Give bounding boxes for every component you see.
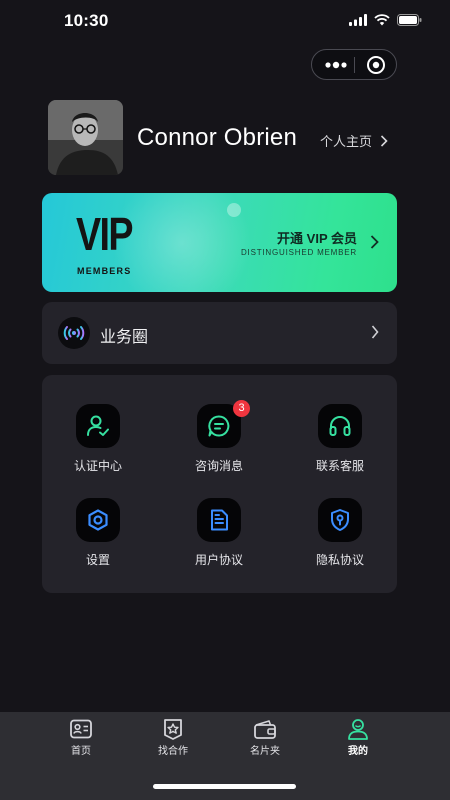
avatar-portrait <box>48 100 123 175</box>
settings-icon <box>76 498 120 542</box>
document-icon <box>197 498 241 542</box>
user-check-icon <box>76 404 120 448</box>
wifi-icon <box>374 14 390 26</box>
miniapp-capsule <box>311 49 397 80</box>
chevron-right-icon <box>371 325 379 339</box>
user-name: Connor Obrien <box>137 124 298 151</box>
home-indicator <box>153 784 296 789</box>
grid-item-settings[interactable]: 设置 <box>42 498 160 588</box>
avatar[interactable] <box>48 100 123 175</box>
status-time: 10:30 <box>64 11 109 30</box>
grid-item-messages[interactable]: 3 咨询消息 <box>163 400 281 494</box>
business-circle-row[interactable]: 业务圈 <box>42 302 397 364</box>
personal-homepage-link[interactable]: 个人主页 <box>320 131 388 150</box>
signal-icon <box>349 14 367 26</box>
tab-mine[interactable]: 我的 <box>318 718 398 768</box>
shield-lock-icon <box>318 498 362 542</box>
id-card-icon <box>70 719 92 739</box>
business-circle-label: 业务圈 <box>100 329 149 346</box>
person-icon <box>348 719 368 740</box>
vip-decoration-dot <box>227 203 241 217</box>
unread-badge: 3 <box>233 400 250 417</box>
homepage-label: 个人主页 <box>319 134 372 149</box>
vip-title: 开通 VIP 会员 <box>277 231 357 246</box>
grid-item-support[interactable]: 联系客服 <box>284 404 402 494</box>
grid-item-label: 认证中心 <box>73 459 122 473</box>
capsule-divider <box>354 57 355 73</box>
chevron-right-icon <box>370 235 379 249</box>
more-icon[interactable] <box>324 56 348 74</box>
tab-home[interactable]: 首页 <box>41 718 121 768</box>
chevron-right-icon <box>380 134 388 147</box>
wallet-icon <box>254 720 276 739</box>
grid-item-user-agreement[interactable]: 用户协议 <box>163 498 281 588</box>
tab-label: 我的 <box>348 746 368 757</box>
tab-label: 名片夹 <box>250 746 280 757</box>
vip-subtitle: DISTINGUISHED MEMBER <box>240 248 357 257</box>
status-icons <box>349 14 422 26</box>
close-miniapp-icon[interactable] <box>366 55 386 75</box>
tab-label: 找合作 <box>158 746 188 757</box>
grid-item-label: 设置 <box>85 553 110 567</box>
grid-item-privacy[interactable]: 隐私协议 <box>284 498 402 588</box>
vip-members-text: MEMBERS <box>77 266 132 276</box>
status-bar: 10:30 <box>0 0 450 44</box>
grid-item-label: 联系客服 <box>315 459 364 473</box>
grid-item-label: 用户协议 <box>194 553 243 567</box>
tab-find-cooperation[interactable]: 找合作 <box>133 718 213 768</box>
grid-item-label: 咨询消息 <box>194 459 243 473</box>
profile-header: Connor Obrien 个人主页 <box>48 100 398 176</box>
function-grid: 认证中心 3 咨询消息 联系客服 设置 用户协议 隐私协议 <box>42 375 397 593</box>
broadcast-icon <box>58 317 90 349</box>
grid-item-label: 隐私协议 <box>315 553 364 567</box>
vip-logo: VIP <box>76 208 134 260</box>
tab-label: 首页 <box>71 746 91 757</box>
star-badge-icon <box>164 719 182 740</box>
headphones-icon <box>318 404 362 448</box>
vip-banner[interactable]: VIP MEMBERS 开通 VIP 会员 DISTINGUISHED MEMB… <box>42 193 397 292</box>
grid-item-certification[interactable]: 认证中心 <box>42 404 160 494</box>
battery-icon <box>397 14 422 26</box>
tab-card-holder[interactable]: 名片夹 <box>225 718 305 768</box>
